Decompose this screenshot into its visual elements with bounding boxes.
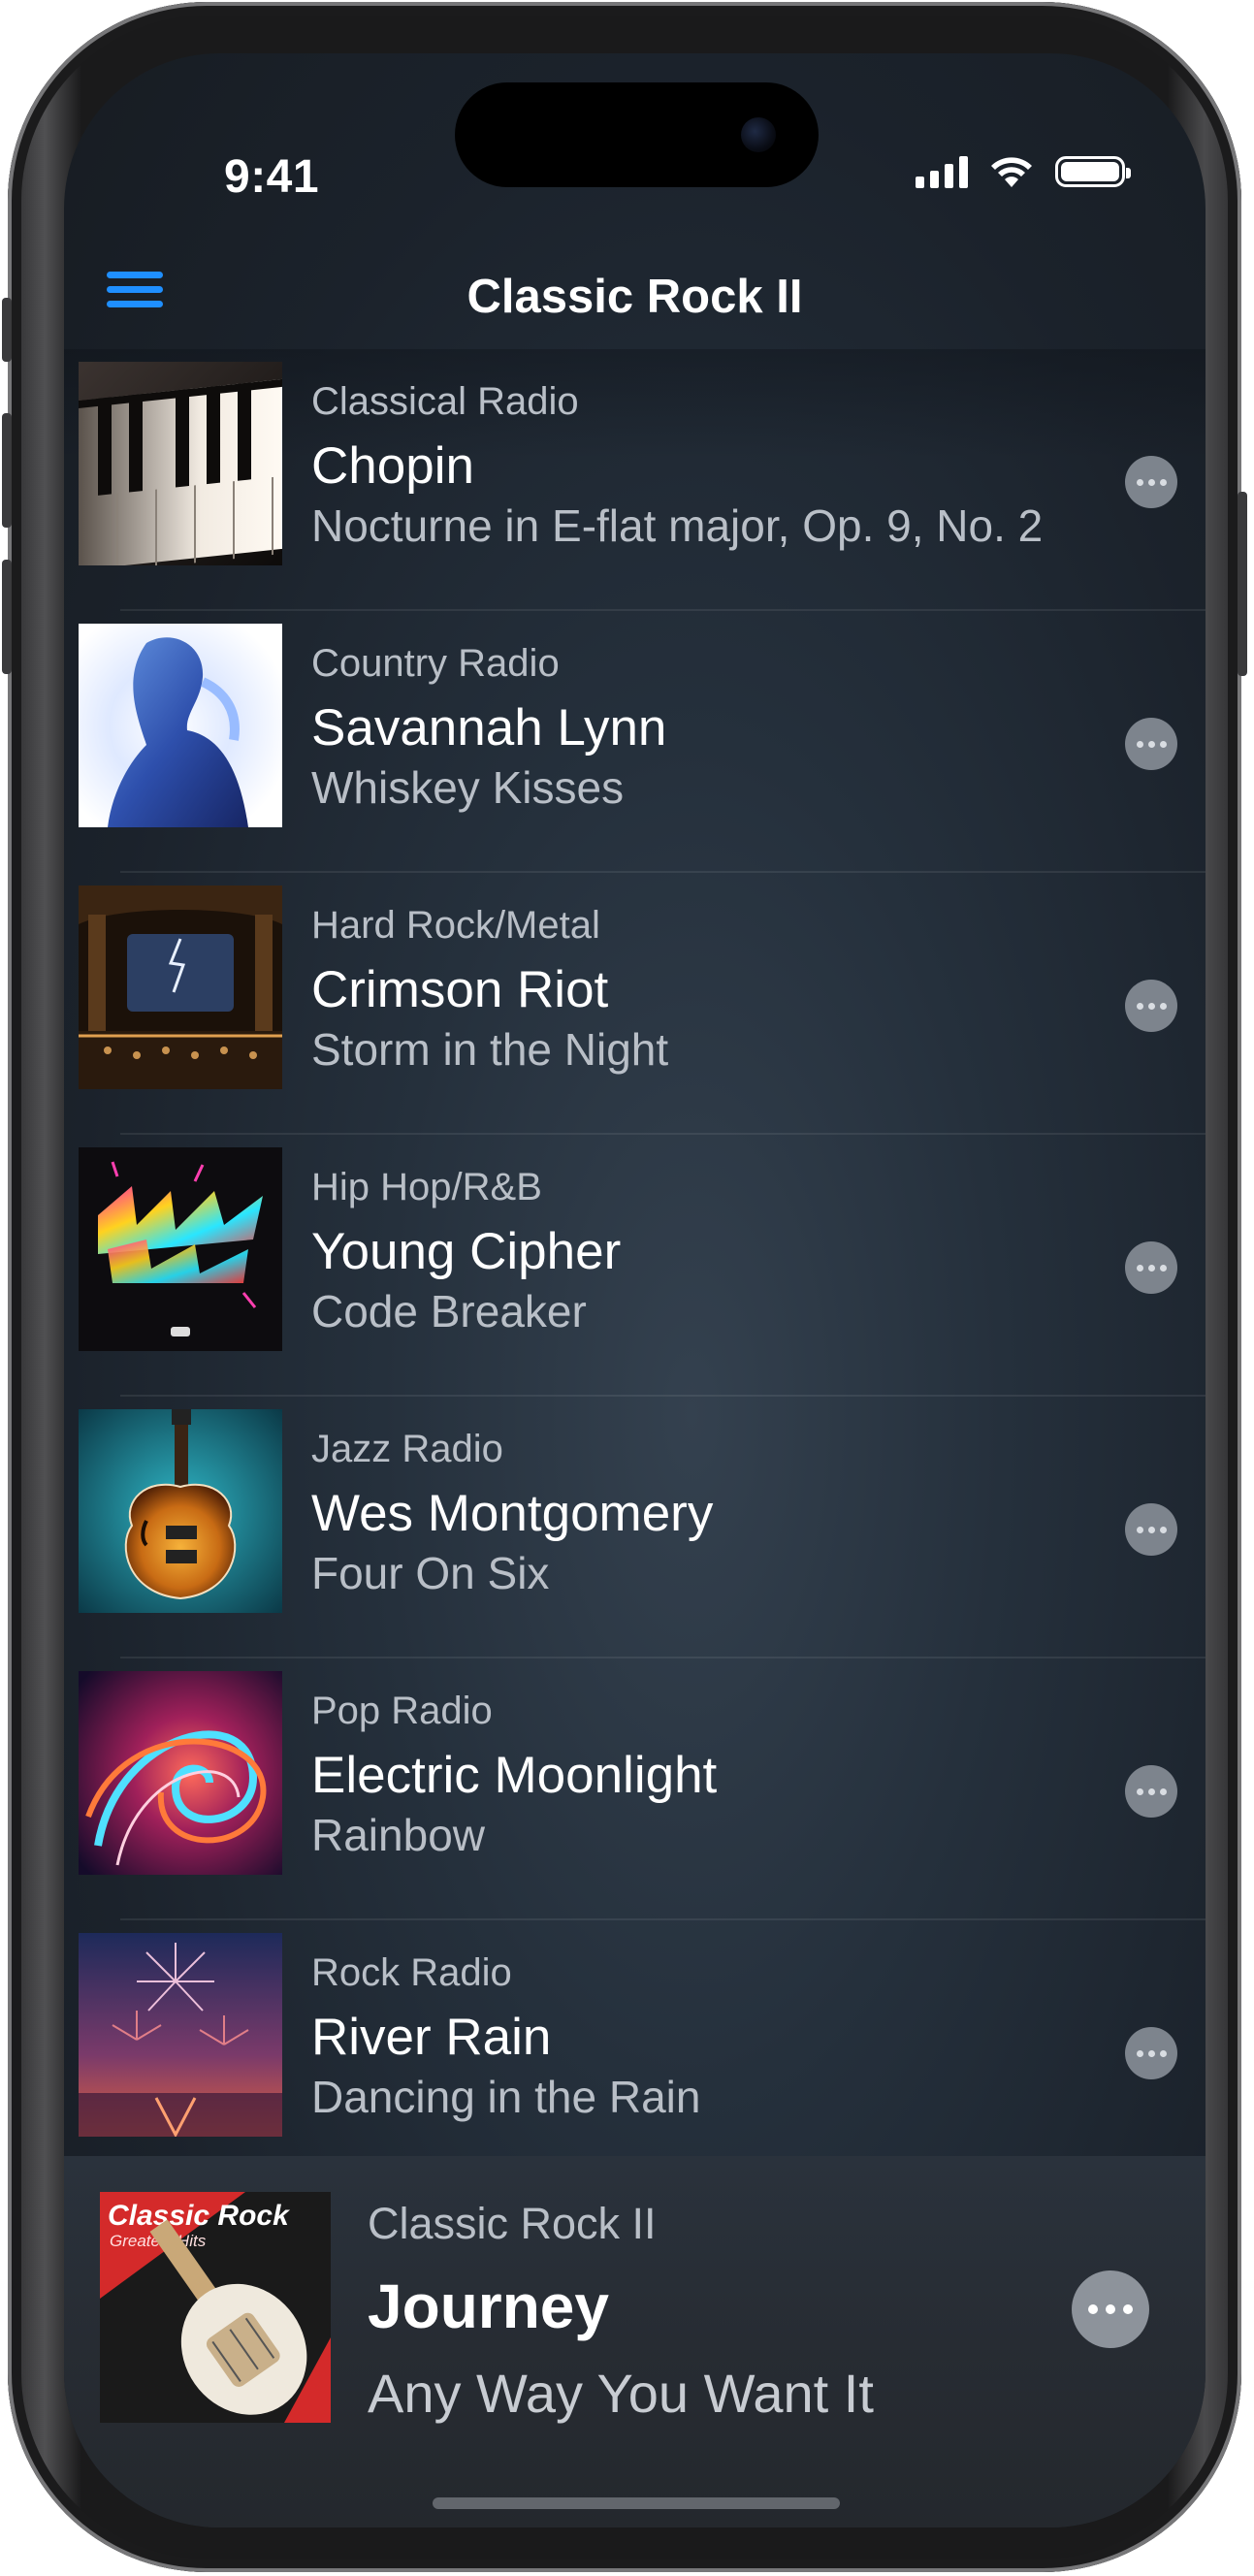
ellipsis-icon[interactable] (1125, 2027, 1177, 2079)
now-playing-station: Classic Rock II (368, 2199, 657, 2248)
station-song: Four On Six (311, 1548, 550, 1598)
station-row[interactable]: Hard Rock/Metal Crimson Riot Storm in th… (64, 873, 1206, 1135)
now-playing-ellipsis-icon[interactable] (1072, 2270, 1149, 2348)
station-artist: Chopin (311, 437, 474, 495)
volume-up-button (2, 413, 12, 528)
station-genre: Country Radio (311, 642, 560, 685)
wifi-icon (991, 157, 1032, 187)
ellipsis-icon[interactable] (1125, 1765, 1177, 1818)
now-playing-bar[interactable]: Classic Rock Greatest Hits Classic Rock … (64, 2156, 1206, 2528)
dynamic-island (455, 82, 819, 187)
concert-hall-storm-image (79, 886, 282, 1089)
home-indicator[interactable] (433, 2497, 840, 2509)
station-genre: Rock Radio (311, 1951, 512, 1994)
station-genre: Hard Rock/Metal (311, 904, 600, 947)
station-list[interactable]: Classical Radio Chopin Nocturne in E-fla… (64, 349, 1206, 2180)
volume-down-button (2, 560, 12, 674)
ellipsis-icon[interactable] (1125, 980, 1177, 1032)
status-time: 9:41 (224, 151, 320, 203)
power-button (1238, 492, 1247, 676)
now-playing-artist: Journey (368, 2271, 609, 2341)
station-artist: River Rain (311, 2009, 552, 2066)
neon-swirl-image (79, 1671, 282, 1875)
status-icons (916, 154, 1131, 189)
ellipsis-icon[interactable] (1125, 1503, 1177, 1556)
station-artist: Young Cipher (311, 1223, 622, 1280)
album-art-title: Classic Rock (108, 2200, 290, 2232)
archtop-guitar-image (79, 1409, 282, 1613)
now-playing-song: Any Way You Want It (368, 2363, 874, 2424)
glowing-woman-silhouette-image (79, 624, 282, 827)
station-artist: Crimson Riot (311, 961, 609, 1018)
action-button (2, 298, 12, 362)
station-song: Dancing in the Rain (311, 2072, 701, 2122)
ellipsis-icon[interactable] (1125, 456, 1177, 508)
phone-frame: 9:41 Classic Rock II Classical Radio Cho… (2, 2, 1247, 2572)
station-song: Whiskey Kisses (311, 762, 625, 813)
piano-keys-image (79, 362, 282, 565)
station-genre: Classical Radio (311, 380, 579, 423)
cellular-signal-icon (916, 155, 968, 188)
ellipsis-icon[interactable] (1125, 718, 1177, 770)
fireworks-image (79, 1933, 282, 2137)
station-genre: Pop Radio (311, 1690, 493, 1732)
station-row[interactable]: Hip Hop/R&B Young Cipher Code Breaker (64, 1135, 1206, 1397)
station-artist: Wes Montgomery (311, 1485, 714, 1542)
station-song: Nocturne in E-flat major, Op. 9, No. 2 (311, 500, 1044, 551)
navigation-bar: Classic Rock II (64, 242, 1206, 349)
station-song: Code Breaker (311, 1286, 587, 1336)
front-camera (741, 117, 776, 152)
station-artist: Savannah Lynn (311, 699, 667, 757)
station-row[interactable]: Classical Radio Chopin Nocturne in E-fla… (64, 349, 1206, 611)
graffiti-logo-image (79, 1147, 282, 1351)
station-song: Storm in the Night (311, 1024, 669, 1075)
station-song: Rainbow (311, 1810, 485, 1860)
station-row[interactable]: Country Radio Savannah Lynn Whiskey Kiss… (64, 611, 1206, 873)
battery-icon (1055, 156, 1131, 187)
station-artist: Electric Moonlight (311, 1747, 718, 1804)
station-row[interactable]: Pop Radio Electric Moonlight Rainbow (64, 1658, 1206, 1920)
station-genre: Hip Hop/R&B (311, 1166, 542, 1208)
station-genre: Jazz Radio (311, 1428, 503, 1470)
ellipsis-icon[interactable] (1125, 1241, 1177, 1294)
station-row[interactable]: Rock Radio River Rain Dancing in the Rai… (64, 1920, 1206, 2180)
station-row[interactable]: Jazz Radio Wes Montgomery Four On Six (64, 1397, 1206, 1658)
screen: 9:41 Classic Rock II Classical Radio Cho… (64, 53, 1206, 2528)
page-title: Classic Rock II (466, 271, 803, 323)
classic-rock-album-art: Classic Rock Greatest Hits (100, 2192, 331, 2423)
